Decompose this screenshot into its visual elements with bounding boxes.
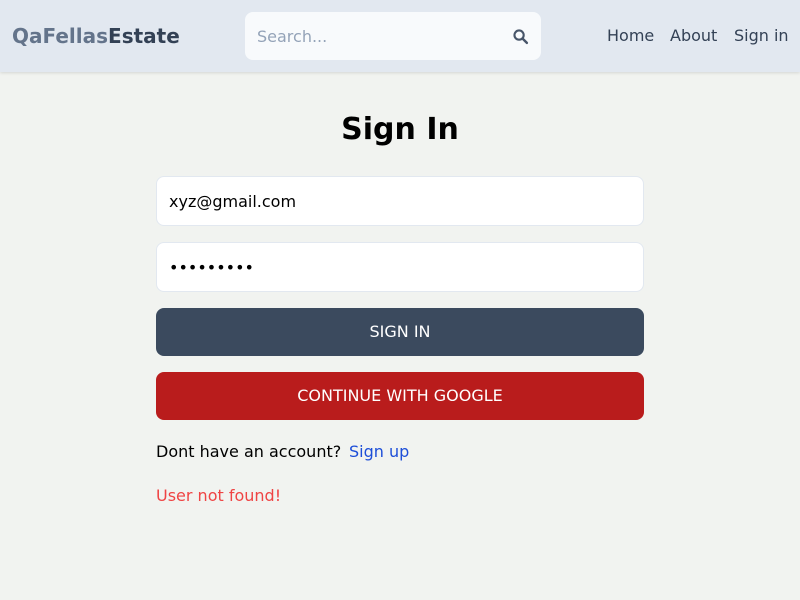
site-logo[interactable]: QaFellasEstate bbox=[12, 24, 180, 48]
account-prompt: Dont have an account? bbox=[156, 442, 342, 461]
email-field[interactable] bbox=[156, 176, 644, 226]
site-header: QaFellasEstate Home About Sign in bbox=[0, 0, 800, 72]
search-icon[interactable] bbox=[512, 28, 529, 45]
logo-part-2: Estate bbox=[108, 24, 180, 48]
continue-with-google-button[interactable]: CONTINUE WITH GOOGLE bbox=[156, 372, 644, 420]
logo-part-1: QaFellas bbox=[12, 24, 109, 48]
search-input[interactable] bbox=[257, 24, 502, 48]
page-title: Sign In bbox=[341, 112, 459, 147]
nav-sign-in-link[interactable]: Sign in bbox=[734, 24, 789, 48]
nav-about-link[interactable]: About bbox=[670, 24, 717, 48]
search-form bbox=[245, 12, 541, 60]
nav-home-link[interactable]: Home bbox=[607, 24, 654, 48]
sign-in-button[interactable]: SIGN IN bbox=[156, 308, 644, 356]
password-field[interactable] bbox=[156, 242, 644, 292]
error-message: User not found! bbox=[156, 486, 282, 505]
sign-up-link[interactable]: Sign up bbox=[349, 440, 409, 464]
